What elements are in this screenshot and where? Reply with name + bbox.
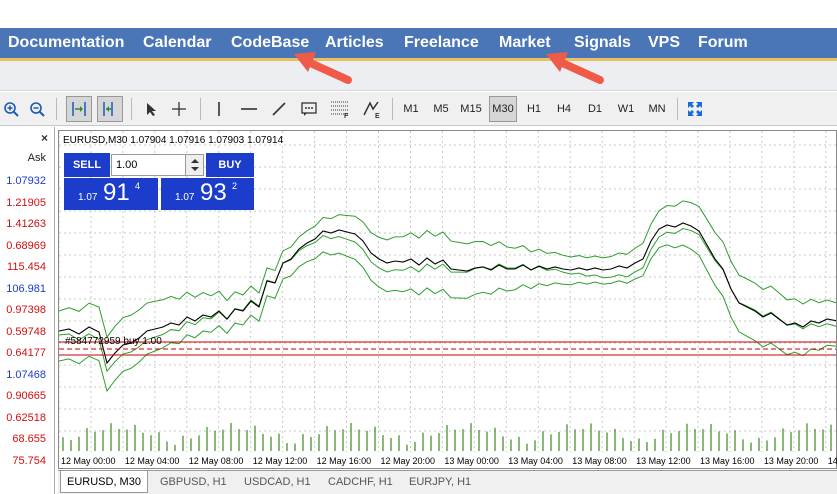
market-watch-ask[interactable]: 0.64177 <box>6 347 46 359</box>
buy-button[interactable]: BUY <box>206 153 254 177</box>
annotation-arrows <box>294 52 604 84</box>
chart-title: EURUSD,M30 1.07904 1.07916 1.07903 1.079… <box>63 135 284 146</box>
one-click-trading-panel: SELL 1.00 BUY 1.07 91 4 1.07 93 2 <box>64 153 254 211</box>
time-axis-label: 13 May 20:00 <box>763 456 819 466</box>
sell-button[interactable]: SELL <box>64 153 110 177</box>
market-watch-ask[interactable]: 75.754 <box>12 455 46 467</box>
chart-toolbar: F E M1 M5 M15 M30 H1 H4 D1 W1 MN <box>0 92 837 126</box>
buy-price-pips: 93 <box>200 179 227 206</box>
buy-price-prefix: 1.07 <box>175 192 195 203</box>
time-axis-label: 12 May 20:00 <box>380 456 436 466</box>
tab-eurusd-m30[interactable]: EURUSD, M30 <box>60 471 148 493</box>
horizontal-line-icon[interactable] <box>238 96 260 122</box>
sell-price[interactable]: 1.07 91 4 <box>64 178 158 210</box>
close-icon[interactable]: × <box>41 131 48 145</box>
time-axis-label: 13 May 04:00 <box>508 456 563 466</box>
middle-band-line <box>59 227 836 373</box>
market-watch-ask[interactable]: 0.97398 <box>6 304 46 316</box>
time-axis-label: 13 May 00:00 <box>444 456 499 466</box>
buy-price[interactable]: 1.07 93 2 <box>161 178 254 210</box>
market-watch-ask[interactable]: 0.59748 <box>6 326 46 338</box>
toolbar-separator <box>131 98 132 120</box>
autoscroll-icon[interactable] <box>66 96 92 122</box>
market-watch-ask[interactable]: 1.41263 <box>6 218 46 230</box>
timeframe-m15[interactable]: M15 <box>457 96 485 122</box>
toolbar-separator <box>392 98 393 120</box>
cursor-icon[interactable] <box>140 96 162 122</box>
zoom-out-icon[interactable] <box>26 96 48 122</box>
ask-column-header: Ask <box>27 152 46 164</box>
market-watch-ask[interactable]: 1.21905 <box>6 197 46 209</box>
svg-text:F: F <box>344 113 349 119</box>
time-axis: 12 May 00:00 12 May 04:00 12 May 08:00 12 M… <box>58 451 837 469</box>
timeframe-m1[interactable]: M1 <box>399 96 423 122</box>
arrow-to-market <box>546 52 604 84</box>
toolbar-separator <box>200 98 201 120</box>
chart-shift-icon[interactable] <box>97 96 123 122</box>
tab-gbpusd-h1[interactable]: GBPUSD, H1 <box>154 471 233 493</box>
lot-size-value: 1.00 <box>116 159 138 171</box>
chart-window[interactable]: EURUSD,M30 1.07904 1.07916 1.07903 1.079… <box>58 130 837 469</box>
fullscreen-icon[interactable] <box>684 96 706 122</box>
trendline-icon[interactable] <box>268 96 290 122</box>
toolbar-separator <box>677 98 678 120</box>
time-axis-label: 13 May 12:00 <box>636 456 691 466</box>
svg-text:E: E <box>375 113 380 119</box>
vertical-line-icon[interactable] <box>208 96 230 122</box>
market-watch-ask[interactable]: 68.655 <box>12 433 46 445</box>
timeframe-h4[interactable]: H4 <box>552 96 576 122</box>
toolbar-separator <box>56 98 57 120</box>
market-watch-ask[interactable]: 0.90665 <box>6 390 46 402</box>
tab-usdcad-h1[interactable]: USDCAD, H1 <box>238 471 317 493</box>
market-watch-ask[interactable]: 1.07932 <box>6 175 46 187</box>
time-axis-label: 12 May 04:00 <box>124 456 180 466</box>
lot-stepper[interactable] <box>185 155 203 175</box>
market-watch-panel: × Ask 1.07932 1.21905 1.41263 0.68969 115.45… <box>0 127 55 494</box>
time-axis-label: 12 May 16:00 <box>316 456 372 466</box>
buy-price-fraction: 2 <box>232 181 238 191</box>
text-label-icon[interactable] <box>298 96 320 122</box>
lot-size-input[interactable]: 1.00 <box>111 154 204 176</box>
fibonacci-icon[interactable]: F <box>327 96 353 122</box>
chart-tabs: EURUSD, M30 GBPUSD, H1 USDCAD, H1 CADCHF… <box>58 470 837 494</box>
time-axis-label: 14 <box>827 456 837 466</box>
timeframe-m5[interactable]: M5 <box>429 96 453 122</box>
sell-price-fraction: 4 <box>135 181 141 191</box>
time-axis-label: 12 May 08:00 <box>188 456 244 466</box>
zoom-in-icon[interactable] <box>0 96 22 122</box>
time-axis-label: 12 May 12:00 <box>252 456 308 466</box>
timeframe-mn[interactable]: MN <box>644 96 670 122</box>
time-axis-label: 12 May 00:00 <box>61 456 116 466</box>
market-watch-ask[interactable]: 115.454 <box>7 261 46 273</box>
order-line-label[interactable]: #584772959 buy 1.00 <box>65 336 162 347</box>
timeframe-h1[interactable]: H1 <box>522 96 546 122</box>
timeframe-w1[interactable]: W1 <box>614 96 638 122</box>
crosshair-icon[interactable] <box>168 96 190 122</box>
market-watch-ask[interactable]: 106.981 <box>6 283 46 295</box>
tab-cadchf-h1[interactable]: CADCHF, H1 <box>322 471 399 493</box>
timeframe-d1[interactable]: D1 <box>583 96 607 122</box>
arrow-to-codebase <box>294 52 352 84</box>
time-axis-label: 13 May 16:00 <box>700 456 755 466</box>
timeframe-m30[interactable]: M30 <box>489 96 517 122</box>
market-watch-ask[interactable]: 1.07468 <box>6 369 46 381</box>
market-watch-ask[interactable]: 0.68969 <box>6 240 46 252</box>
sell-price-prefix: 1.07 <box>78 192 98 203</box>
gann-icon[interactable]: E <box>359 96 385 122</box>
market-watch-ask[interactable]: 0.62518 <box>6 412 46 424</box>
time-axis-label: 13 May 08:00 <box>572 456 627 466</box>
sell-price-pips: 91 <box>103 179 130 206</box>
tab-eurjpy-h1[interactable]: EURJPY, H1 <box>403 471 477 493</box>
